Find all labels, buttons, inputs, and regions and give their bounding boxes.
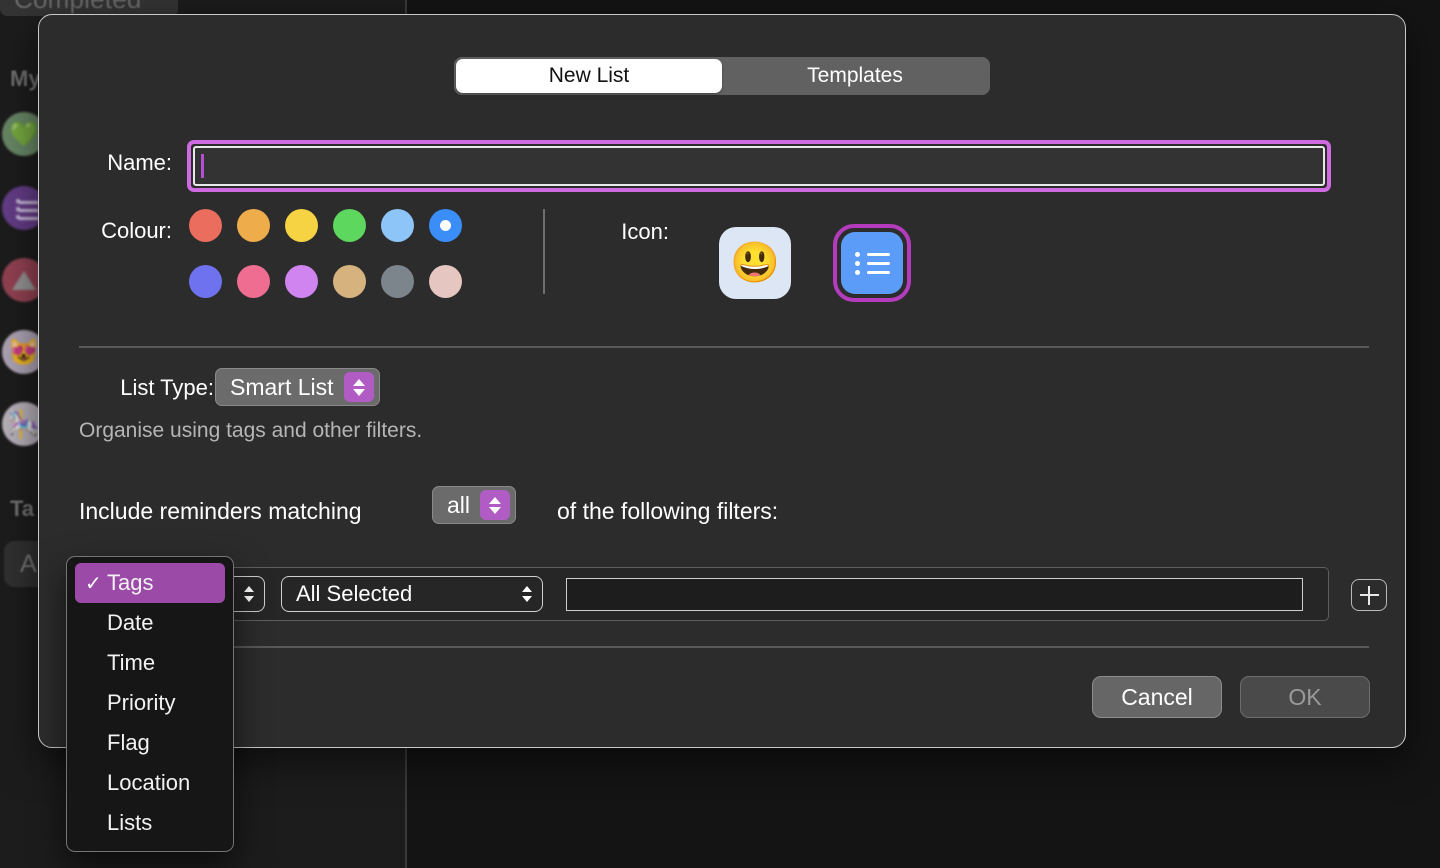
cancel-button[interactable]: Cancel: [1092, 676, 1222, 718]
text-caret: [201, 154, 204, 178]
icon-option-bulleted-list[interactable]: [833, 224, 911, 302]
menu-item-date[interactable]: Date: [75, 603, 225, 643]
menu-item-label: Location: [107, 770, 191, 795]
icon-label: Icon:: [621, 219, 669, 244]
stepper-chevrons-icon: [343, 372, 374, 402]
colour-swatch-blush[interactable]: [429, 265, 462, 298]
ok-button[interactable]: OK: [1240, 676, 1370, 718]
menu-item-label: Priority: [107, 690, 176, 715]
colour-icon-divider: [543, 209, 545, 294]
colour-swatch-purple[interactable]: [285, 265, 318, 298]
colour-swatch-red[interactable]: [189, 209, 222, 242]
filter-text-input[interactable]: [566, 578, 1303, 611]
colour-swatch-orange[interactable]: [237, 209, 270, 242]
menu-item-label: Lists: [107, 810, 153, 835]
tab-templates[interactable]: Templates: [722, 59, 988, 93]
filter-selection-popup-button[interactable]: All Selected: [281, 576, 543, 612]
match-mode-value: all: [447, 491, 471, 518]
list-type-popup-button[interactable]: Smart List: [215, 368, 380, 406]
dialog-tab-bar: New List Templates: [454, 57, 990, 95]
colour-swatch-light-blue[interactable]: [381, 209, 414, 242]
menu-item-location[interactable]: Location: [75, 763, 225, 803]
colour-swatch-green[interactable]: [333, 209, 366, 242]
menu-item-time[interactable]: Time: [75, 643, 225, 683]
chevron-updown-icon: [522, 586, 532, 602]
section-divider-top: [79, 346, 1369, 348]
menu-item-label: Time: [107, 650, 156, 675]
filter-selection-value: All Selected: [296, 581, 413, 606]
filters-sentence-suffix: of the following filters:: [557, 498, 779, 524]
background-tag-pill-label: A: [20, 549, 37, 578]
add-filter-button[interactable]: [1351, 579, 1387, 611]
menu-item-priority[interactable]: Priority: [75, 683, 225, 723]
section-divider-bottom: [79, 646, 1369, 648]
list-type-helper-text: Organise using tags and other filters.: [79, 419, 423, 442]
colour-swatch-pink[interactable]: [237, 265, 270, 298]
colour-swatch-indigo[interactable]: [189, 265, 222, 298]
menu-item-flag[interactable]: Flag: [75, 723, 225, 763]
name-input[interactable]: [193, 146, 1325, 186]
background-my-lists-label: My: [10, 66, 41, 91]
menu-item-label: Date: [107, 610, 154, 635]
name-input-focus-ring: [187, 140, 1331, 192]
list-type-label: List Type:: [120, 375, 214, 400]
new-list-dialog: New List Templates Name: Colour: Icon: 😃…: [38, 14, 1406, 748]
list-type-value: Smart List: [230, 373, 334, 400]
menu-item-label: Flag: [107, 730, 150, 755]
background-completed-label: Completed: [14, 0, 142, 15]
background-tags-label: Ta: [10, 496, 35, 521]
colour-label: Colour:: [101, 218, 172, 243]
screen: Completed My 💚 😻 🎠 Ta: [0, 0, 1440, 868]
name-label: Name:: [107, 150, 172, 175]
filters-sentence-prefix: Include reminders matching: [79, 498, 362, 524]
colour-swatch-blue-selected[interactable]: [429, 209, 462, 242]
chevron-updown-icon: [244, 586, 254, 602]
colour-swatch-grey[interactable]: [381, 265, 414, 298]
match-mode-popup-button[interactable]: all: [432, 486, 517, 524]
menu-item-label: Tags: [107, 570, 154, 595]
tab-new-list[interactable]: New List: [456, 59, 722, 93]
emoji-smiley-icon: 😃: [730, 241, 780, 285]
colour-swatch-yellow[interactable]: [285, 209, 318, 242]
bulleted-list-icon: [841, 232, 903, 294]
colour-swatch-tan[interactable]: [333, 265, 366, 298]
checkmark-icon: ✓: [85, 572, 102, 595]
filter-criterion-dropdown-menu: ✓ Tags Date Time Priority Flag Location …: [66, 556, 234, 852]
icon-option-emoji-smiley[interactable]: 😃: [719, 227, 791, 299]
stepper-chevrons-icon: [480, 490, 511, 520]
menu-item-tags[interactable]: ✓ Tags: [75, 563, 225, 603]
menu-item-lists[interactable]: Lists: [75, 803, 225, 843]
